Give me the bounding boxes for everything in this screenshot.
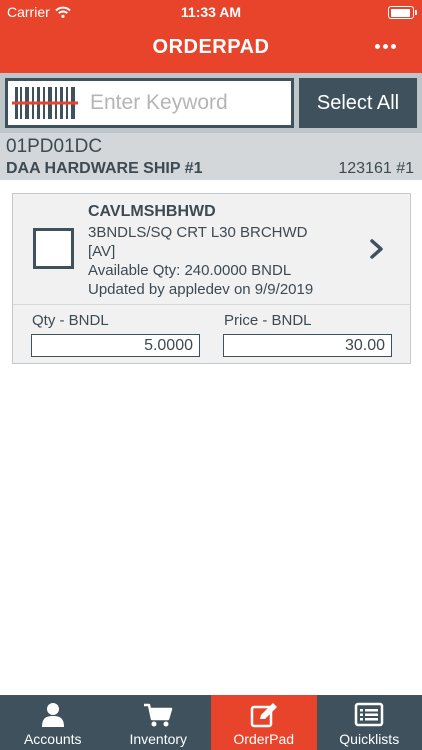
- tab-bar: Accounts Inventory OrderPad Quicklists: [0, 695, 422, 750]
- select-all-button[interactable]: Select All: [299, 78, 417, 128]
- tab-label: Inventory: [129, 731, 188, 747]
- qty-label: Qty - BNDL: [32, 312, 109, 329]
- account-header: 01PD01DC DAA HARDWARE SHIP #1 123161 #1: [0, 133, 422, 180]
- account-number: 123161 #1: [338, 160, 414, 177]
- price-field[interactable]: 30.00: [223, 334, 392, 357]
- search-bar: Select All: [0, 73, 422, 133]
- edit-icon: [250, 703, 277, 728]
- search-input[interactable]: [90, 89, 290, 117]
- tab-label: OrderPad: [233, 731, 295, 747]
- barcode-scanner-icon[interactable]: [12, 86, 78, 120]
- status-time: 11:33 AM: [180, 4, 242, 20]
- card-divider: [13, 304, 410, 305]
- more-horizontal-icon[interactable]: [375, 44, 396, 49]
- qty-field[interactable]: 5.0000: [31, 334, 200, 357]
- orderpad-item-card: CAVLMSHBHWD 3BNDLS/SQ CRT L30 BRCHWD [AV…: [12, 193, 411, 364]
- account-name: DAA HARDWARE SHIP #1: [6, 160, 203, 177]
- status-bar: Carrier 11:33 AM: [0, 0, 422, 24]
- item-description-tag: [AV]: [88, 243, 116, 260]
- tab-accounts[interactable]: Accounts: [0, 695, 106, 750]
- item-details-row[interactable]: CAVLMSHBHWD 3BNDLS/SQ CRT L30 BRCHWD [AV…: [13, 194, 410, 304]
- item-description: 3BNDLS/SQ CRT L30 BRCHWD: [88, 224, 308, 241]
- person-icon: [41, 703, 64, 727]
- list-icon: [355, 702, 384, 727]
- price-label: Price - BNDL: [224, 312, 312, 329]
- tab-orderpad[interactable]: OrderPad: [211, 695, 317, 750]
- item-code: CAVLMSHBHWD: [88, 203, 216, 220]
- chevron-right-icon[interactable]: [369, 238, 385, 260]
- account-code: 01PD01DC: [6, 136, 103, 157]
- page-title: ORDERPAD: [152, 36, 270, 58]
- tab-label: Accounts: [23, 731, 82, 747]
- search-field: [5, 78, 294, 128]
- shopping-cart-icon: [144, 703, 173, 727]
- tab-label: Quicklists: [339, 731, 400, 747]
- tab-inventory[interactable]: Inventory: [106, 695, 212, 750]
- app-header: Carrier 11:33 AM ORDERPAD: [0, 0, 422, 73]
- item-checkbox[interactable]: [33, 228, 74, 269]
- item-updated-info: Updated by appledev on 9/9/2019: [88, 281, 314, 298]
- tab-quicklists[interactable]: Quicklists: [317, 695, 422, 750]
- battery-icon: [388, 6, 417, 19]
- item-available-qty: Available Qty: 240.0000 BNDL: [88, 262, 292, 279]
